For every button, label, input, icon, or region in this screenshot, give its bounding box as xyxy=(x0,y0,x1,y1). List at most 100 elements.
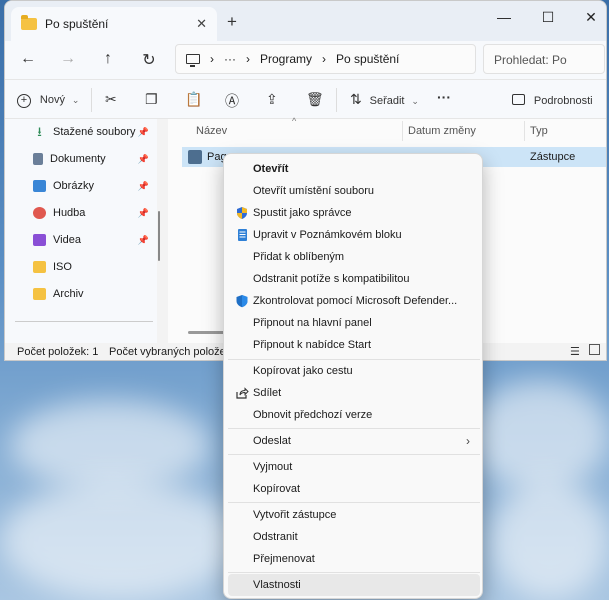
column-header-date[interactable]: Datum změny xyxy=(408,125,476,137)
documents-icon xyxy=(33,153,43,165)
column-divider[interactable] xyxy=(402,121,403,141)
column-header-type[interactable]: Typ xyxy=(530,125,548,137)
share-icon xyxy=(236,387,249,399)
details-button[interactable]: Podrobnosti xyxy=(512,91,593,107)
menu-item-pin-taskbar[interactable]: Připnout na hlavní panel xyxy=(228,312,480,334)
menu-item-label: Zkontrolovat pomocí Microsoft Defender..… xyxy=(253,295,458,307)
videos-icon xyxy=(33,234,46,246)
menu-item-label: Sdílet xyxy=(253,387,282,399)
copy-button[interactable]: ❐ xyxy=(145,91,158,108)
tab-close-icon[interactable]: ✕ xyxy=(196,16,207,32)
menu-item-run-as-admin[interactable]: Spustit jako správce xyxy=(228,202,480,224)
menu-item-send-to[interactable]: Odeslat › xyxy=(228,430,480,452)
menu-item-cut[interactable]: Vyjmout xyxy=(228,456,480,478)
sidebar-item-downloads[interactable]: ⭳ Stažené soubory 📌 xyxy=(33,122,155,142)
menu-item-copy[interactable]: Kopírovat xyxy=(228,478,480,500)
rename-icon: Ⓐ xyxy=(225,93,239,109)
menu-item-label: Přidat k oblíbeným xyxy=(253,251,345,263)
cloud-decoration xyxy=(0,480,240,600)
minimize-button[interactable]: — xyxy=(489,9,519,25)
scissors-icon: ✂ xyxy=(105,91,117,107)
sidebar-item-iso[interactable]: ISO xyxy=(33,257,155,277)
menu-item-pin-start[interactable]: Připnout k nabídce Start xyxy=(228,334,480,356)
folder-icon xyxy=(21,15,37,30)
chevron-right-icon: › xyxy=(466,434,470,448)
pin-icon: 📌 xyxy=(137,234,149,245)
menu-item-add-favorites[interactable]: Přidat k oblíbeným xyxy=(228,246,480,268)
share-icon: ⇪ xyxy=(266,91,278,107)
sidebar-item-label: Videa xyxy=(53,234,81,246)
details-button-label: Podrobnosti xyxy=(533,95,593,107)
sidebar-scrollbar[interactable] xyxy=(158,211,160,261)
menu-item-label: Spustit jako správce xyxy=(253,207,352,219)
new-tab-button[interactable]: + xyxy=(227,12,237,32)
sidebar-item-music[interactable]: Hudba 📌 xyxy=(33,203,155,223)
search-input[interactable]: Prohledat: Po xyxy=(483,44,605,74)
menu-separator xyxy=(228,454,480,455)
menu-item-label: Otevřít xyxy=(253,163,289,175)
sidebar-item-label: Archiv xyxy=(53,288,84,300)
sidebar-divider xyxy=(15,321,153,322)
forward-button[interactable]: → xyxy=(57,50,79,68)
column-divider[interactable] xyxy=(524,121,525,141)
back-button[interactable]: ← xyxy=(17,50,39,68)
details-view-icon[interactable]: ☰ xyxy=(570,345,580,358)
navigation-bar: ← → ↑ ↻ › ··· › Programy › Po spuštění P… xyxy=(5,41,606,79)
menu-item-rename[interactable]: Přejmenovat xyxy=(228,548,480,570)
menu-item-label: Odstranit potíže s kompatibilitou xyxy=(253,273,410,285)
tiles-view-icon[interactable] xyxy=(589,344,600,355)
menu-item-delete[interactable]: Odstranit xyxy=(228,526,480,548)
pin-icon: 📌 xyxy=(137,126,149,137)
paste-button[interactable]: 📋 xyxy=(185,91,202,108)
menu-item-create-shortcut[interactable]: Vytvořit zástupce xyxy=(228,504,480,526)
context-menu: Otevřít Otevřít umístění souboru Spustit… xyxy=(223,153,483,599)
title-bar: Po spuštění ✕ + — ☐ ✕ xyxy=(5,1,606,41)
cut-button[interactable]: ✂ xyxy=(105,91,117,108)
sort-button[interactable]: ⇅ Seřadit ⌄ xyxy=(350,91,419,108)
menu-separator xyxy=(228,572,480,573)
menu-item-defender-scan[interactable]: Zkontrolovat pomocí Microsoft Defender..… xyxy=(228,290,480,312)
sidebar-item-documents[interactable]: Dokumenty 📌 xyxy=(33,149,155,169)
maximize-button[interactable]: ☐ xyxy=(533,9,563,26)
navigation-pane: ⭳ Stažené soubory 📌 Dokumenty 📌 Obrázky … xyxy=(5,119,157,343)
sort-button-label: Seřadit xyxy=(369,95,405,107)
menu-item-label: Kopírovat xyxy=(253,483,301,495)
menu-item-open-file-location[interactable]: Otevřít umístění souboru xyxy=(228,180,480,202)
sidebar-item-label: Stažené soubory xyxy=(53,126,136,138)
breadcrumb-more[interactable]: ··· xyxy=(224,52,236,66)
menu-item-label: Odstranit xyxy=(253,531,298,543)
menu-item-properties[interactable]: Vlastnosti xyxy=(228,574,480,596)
menu-item-copy-as-path[interactable]: Kopírovat jako cestu xyxy=(228,360,480,382)
sidebar-item-pictures[interactable]: Obrázky 📌 xyxy=(33,176,155,196)
chevron-down-icon: ⌄ xyxy=(71,95,80,105)
new-button[interactable]: + Nový ⌄ xyxy=(17,90,79,108)
menu-item-share[interactable]: Sdílet xyxy=(228,382,480,404)
refresh-button[interactable]: ↻ xyxy=(138,50,160,70)
this-pc-icon xyxy=(186,54,200,67)
more-options-button[interactable]: ··· xyxy=(437,89,451,105)
breadcrumb-programy[interactable]: Programy xyxy=(260,52,312,66)
menu-item-label: Vlastnosti xyxy=(253,579,301,591)
menu-item-troubleshoot-compat[interactable]: Odstranit potíže s kompatibilitou xyxy=(228,268,480,290)
rename-button[interactable]: Ⓐ xyxy=(225,91,239,111)
share-button[interactable]: ⇪ xyxy=(266,91,278,108)
sidebar-item-archiv[interactable]: Archiv xyxy=(33,284,155,304)
copy-icon: ❐ xyxy=(145,91,158,107)
column-header-name[interactable]: Název xyxy=(196,125,227,137)
breadcrumb-po-spusteni[interactable]: Po spuštění xyxy=(336,52,399,66)
shield-icon xyxy=(237,207,247,219)
breadcrumb-separator: › xyxy=(210,52,214,66)
close-button[interactable]: ✕ xyxy=(576,9,606,26)
delete-button[interactable]: 🗑 xyxy=(306,91,324,108)
up-button[interactable]: ↑ xyxy=(97,50,119,68)
pin-icon: 📌 xyxy=(137,153,149,164)
menu-item-edit-notepad[interactable]: Upravit v Poznámkovém bloku xyxy=(228,224,480,246)
menu-item-label: Kopírovat jako cestu xyxy=(253,365,353,377)
sidebar-item-videos[interactable]: Videa 📌 xyxy=(33,230,155,250)
cloud-decoration xyxy=(10,400,210,490)
address-bar[interactable]: › ··· › Programy › Po spuštění xyxy=(175,44,476,74)
folder-icon xyxy=(33,261,46,273)
tab-po-spusteni[interactable]: Po spuštění ✕ xyxy=(11,7,217,41)
menu-item-restore-versions[interactable]: Obnovit předchozí verze xyxy=(228,404,480,426)
menu-item-open[interactable]: Otevřít xyxy=(228,158,480,180)
